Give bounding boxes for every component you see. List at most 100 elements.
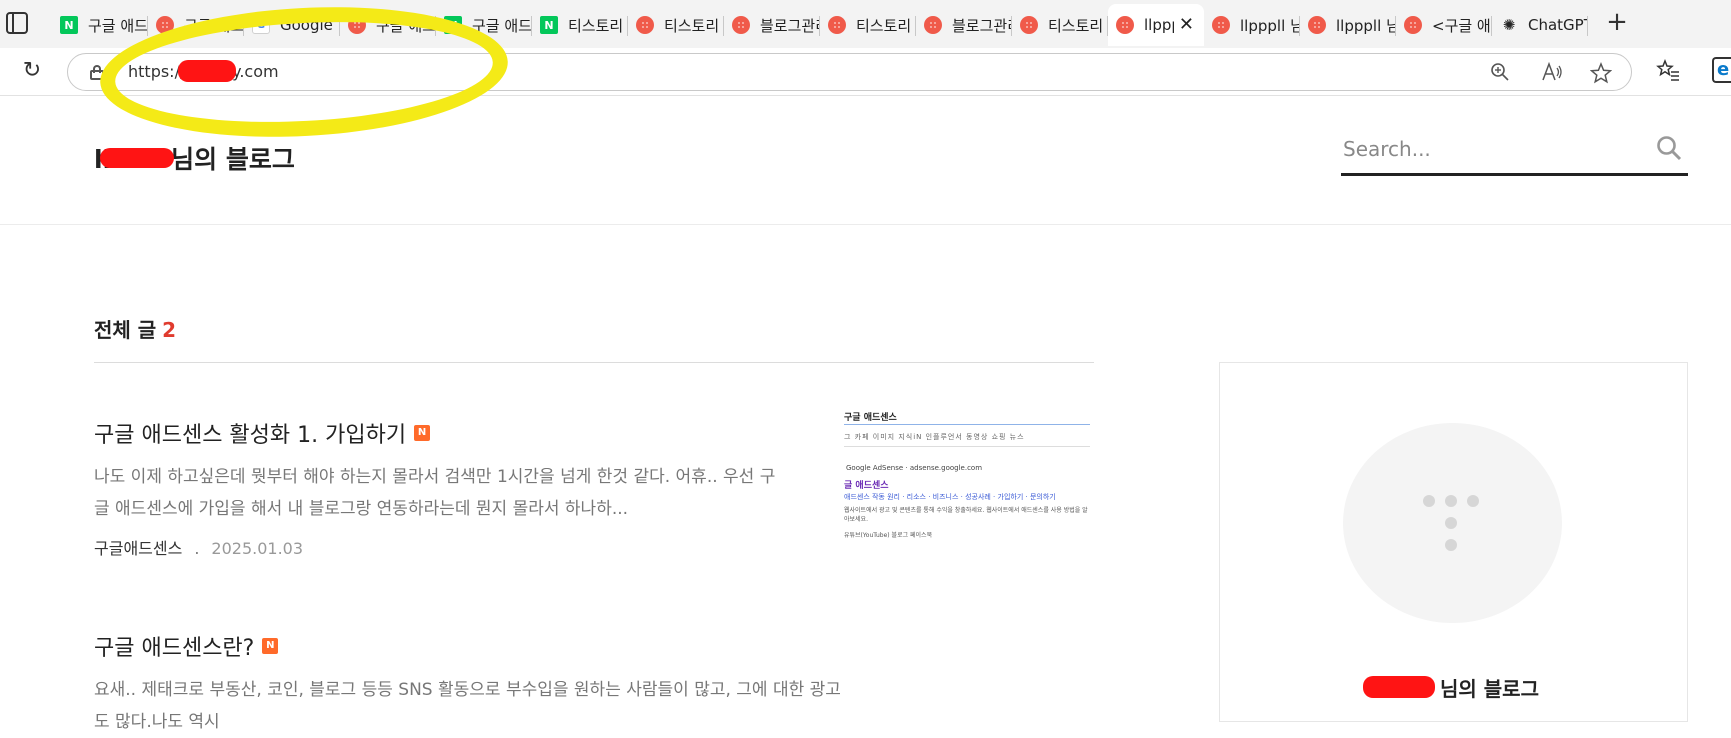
thumbnail-separator (844, 446, 1090, 447)
browser-tab[interactable]: N 티스토리 (532, 4, 628, 46)
address-bar[interactable]: https:// tistory.com (67, 53, 1632, 91)
url-redaction-mark (178, 60, 236, 82)
favorite-star-icon[interactable] (1589, 62, 1613, 84)
tistory-favicon-icon (1212, 16, 1230, 34)
read-aloud-icon[interactable] (1541, 61, 1563, 84)
profile-card: 님의 블로그 (1219, 362, 1688, 722)
naver-favicon-icon: N (60, 16, 78, 34)
title-redaction-mark (100, 148, 174, 168)
post-count: 2 (162, 318, 177, 342)
search-input[interactable] (1343, 131, 1633, 167)
browser-tab[interactable]: 블로그관리 (724, 4, 820, 46)
zoom-icon[interactable] (1489, 62, 1511, 84)
thumbnail-link: 글 애드센스 (844, 481, 889, 491)
section-title: 전체 글2 (94, 314, 176, 343)
browser-tab[interactable]: llpppll 님 (1204, 4, 1300, 46)
tab-title: 블로그관리 (952, 16, 1012, 35)
tab-title: Google (280, 16, 333, 34)
section-title-text: 전체 글 (94, 318, 157, 342)
blog-page: ll님의 블로그 전체 글2 구글 애드센스 활성화 1. 가입하기N 나도 이… (0, 97, 1731, 732)
browser-tab[interactable]: llpppll 님 (1300, 4, 1396, 46)
browser-tab[interactable]: N 구글 애드센스 (52, 4, 148, 46)
meta-separator: . (194, 539, 200, 558)
tab-list: N 구글 애드센스 구글 애드센스 G Google 구글 애드센스 N 구글 애드센스 N 티스… (52, 4, 1588, 46)
naver-favicon-icon: N (540, 16, 558, 34)
browser-toolbar: ↻ https:// tistory.com (0, 48, 1731, 96)
post-excerpt[interactable]: 나도 이제 하고싶은데 뭣부터 해야 하는지 몰라서 검색만 1시간을 넘게 한… (94, 461, 784, 525)
tistory-favicon-icon (1308, 16, 1326, 34)
browser-tab[interactable]: 티스토리 (1012, 4, 1108, 46)
search-icon[interactable] (1656, 135, 1682, 161)
tab-title: 티스토리 (568, 16, 624, 35)
naver-favicon-icon: N (444, 16, 462, 34)
profile-name[interactable]: 님의 블로그 (1220, 673, 1689, 702)
favorites-list-icon[interactable] (1655, 58, 1681, 85)
tistory-favicon-icon (1116, 16, 1134, 34)
new-badge: N (414, 425, 431, 441)
profile-redaction-mark (1363, 676, 1435, 698)
reload-button[interactable]: ↻ (20, 60, 44, 84)
tistory-favicon-icon (636, 16, 654, 34)
section-divider (94, 362, 1094, 363)
post-item[interactable]: 구글 애드센스란? N 요새.. 제태크로 부동산, 코인, 블로그 등등 SNS… (94, 630, 1094, 738)
tistory-logo-icon (1423, 495, 1479, 551)
browser-tab[interactable]: G Google (244, 4, 340, 46)
edge-collections-icon[interactable]: e (1712, 57, 1731, 83)
post-title-text[interactable]: 구글 애드센스 활성화 1. 가입하기 (94, 417, 406, 449)
thumbnail-source: Google AdSense · adsense.google.com (846, 464, 983, 472)
browser-tab[interactable]: 구글 애드센스 (148, 4, 244, 46)
tab-strip: N 구글 애드센스 구글 애드센스 G Google 구글 애드센스 N 구글 애드센스 N 티스… (0, 0, 1731, 48)
thumbnail-description: 웹사이트에서 광고 및 콘텐츠를 통해 수익을 창출하세요. 웹사이트에서 애드… (844, 507, 1088, 523)
tistory-favicon-icon (828, 16, 846, 34)
tab-title: 티스토리 (1048, 16, 1104, 35)
tistory-favicon-icon (156, 16, 174, 34)
tab-title: 구글 애드센스 (88, 16, 148, 35)
thumbnail-heading: 구글 애드센스 (844, 413, 897, 423)
browser-tab[interactable]: 티스토리 (628, 4, 724, 46)
lock-icon[interactable] (90, 65, 104, 80)
thumbnail-divider (844, 424, 1090, 425)
tistory-favicon-icon (348, 16, 366, 34)
header-divider (0, 224, 1731, 225)
tistory-favicon-icon (732, 16, 750, 34)
tab-title: llpppll 님 (1240, 16, 1300, 35)
thumbnail-footer: 유튜브(YouTube) 블로그 페이스북 (844, 532, 933, 539)
browser-tab[interactable]: <구글 애드 (1396, 4, 1492, 46)
google-favicon-icon: G (252, 16, 270, 34)
post-excerpt[interactable]: 요새.. 제태크로 부동산, 코인, 블로그 등등 SNS 활동으로 부수입을 … (94, 674, 854, 738)
chatgpt-favicon-icon: ✺ (1502, 16, 1516, 34)
tab-title: llpppll 님 (1336, 16, 1396, 35)
blog-title-suffix: 님의 블로그 (171, 145, 295, 174)
tab-title: 구글 애드센스 (472, 16, 532, 35)
browser-tab[interactable]: N 구글 애드센스 (436, 4, 532, 46)
tab-title: llpppll (1144, 16, 1174, 34)
browser-tab[interactable]: 티스토리 (820, 4, 916, 46)
new-tab-button[interactable]: + (1602, 8, 1632, 38)
profile-avatar[interactable] (1343, 423, 1562, 623)
tab-title: 블로그관리 (760, 16, 820, 35)
tab-actions-icon[interactable] (6, 12, 28, 34)
post-thumbnail[interactable]: 구글 애드센스 그 카페 이미지 지식iN 인플루언서 동영상 쇼핑 뉴스 Go… (838, 402, 1094, 552)
tab-title: 구글 애드센스 (376, 16, 436, 35)
post-title[interactable]: 구글 애드센스란? N (94, 630, 1094, 662)
tab-title: ChatGPT (1528, 16, 1588, 34)
post-date: 2025.01.03 (211, 539, 304, 558)
post-title-text[interactable]: 구글 애드센스란? (94, 630, 254, 662)
profile-name-suffix: 님의 블로그 (1440, 677, 1539, 701)
browser-tab[interactable]: 구글 애드센스 (340, 4, 436, 46)
browser-tab[interactable]: ✺ ChatGPT (1492, 4, 1588, 46)
browser-tab[interactable]: llpppll ✕ (1108, 4, 1204, 46)
thumbnail-tabs: 그 카페 이미지 지식iN 인플루언서 동영상 쇼핑 뉴스 (844, 433, 1025, 441)
tistory-favicon-icon (1020, 16, 1038, 34)
browser-tab[interactable]: 블로그관리 (916, 4, 1012, 46)
new-badge: N (262, 638, 279, 654)
tab-title: 티스토리 (856, 16, 912, 35)
tistory-favicon-icon (924, 16, 942, 34)
thumbnail-sublinks: 애드센스 작동 원리 · 리소스 · 비즈니스 · 성공사례 · 가입하기 · … (844, 493, 1056, 501)
close-tab-icon[interactable]: ✕ (1179, 14, 1194, 35)
post-category[interactable]: 구글애드센스 (94, 539, 182, 558)
tab-title: 티스토리 (664, 16, 720, 35)
search-box (1341, 121, 1688, 176)
tab-title: 구글 애드센스 (184, 16, 244, 35)
tab-title: <구글 애드 (1432, 16, 1492, 35)
